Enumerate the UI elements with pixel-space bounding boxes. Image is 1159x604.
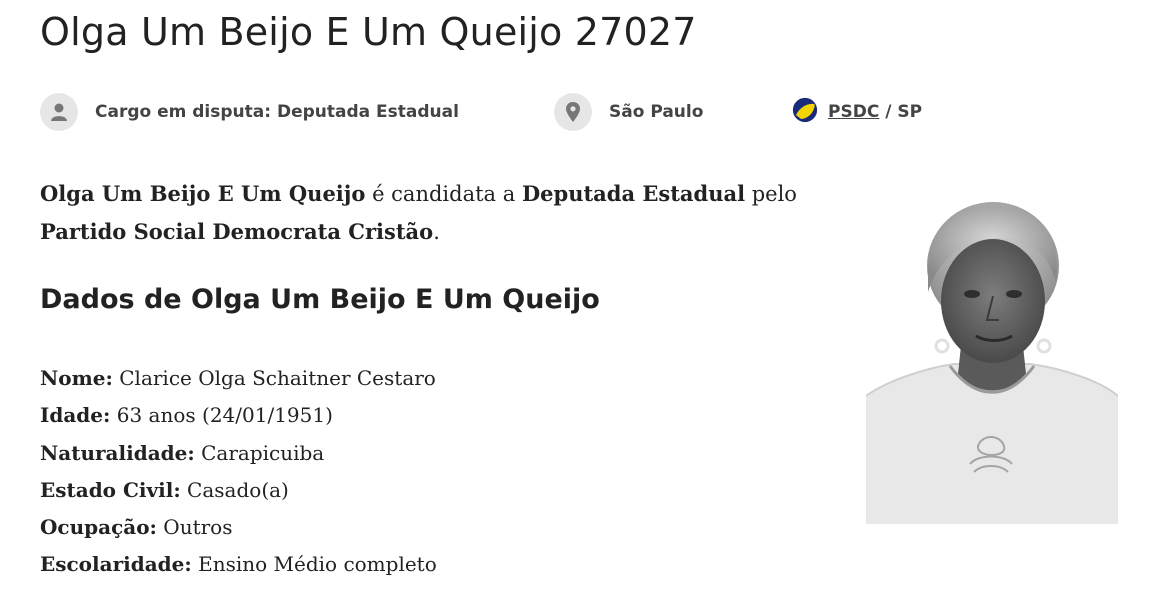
intro-end: .	[433, 220, 440, 244]
cargo-info: Cargo em disputa: Deputada Estadual	[40, 92, 459, 132]
detail-value: Clarice Olga Schaitner Cestaro	[112, 366, 436, 390]
location-text: São Paulo	[609, 102, 704, 122]
detail-value: Ensino Médio completo	[191, 552, 437, 577]
detail-label: Estado Civil:	[40, 477, 181, 502]
detail-nome: Nome: Clarice Olga Schaitner Cestaro	[40, 360, 437, 397]
detail-label: Escolaridade:	[40, 552, 192, 577]
intro-name: Olga Um Beijo E Um Queijo	[40, 181, 366, 206]
detail-value: Outros	[156, 515, 233, 540]
detail-idade: Idade: 63 anos (24/01/1951)	[40, 397, 437, 434]
detail-naturalidade: Naturalidade: Carapicuiba	[40, 435, 437, 472]
detail-value: Carapicuiba	[194, 440, 325, 465]
detail-label: Naturalidade:	[40, 440, 195, 465]
detail-value: 63 anos (24/01/1951)	[110, 403, 333, 428]
party-text: PSDC / SP	[828, 102, 922, 122]
party-link[interactable]: PSDC	[828, 102, 879, 122]
detail-ocupacao: Ocupação: Outros	[40, 509, 437, 546]
cargo-text: Cargo em disputa: Deputada Estadual	[95, 102, 459, 122]
location-info: São Paulo	[554, 92, 703, 132]
party-info: PSDC / SP	[790, 92, 922, 132]
intro-office: Deputada Estadual	[521, 181, 746, 206]
intro-text-1: é candidata a	[365, 182, 522, 206]
detail-estado-civil: Estado Civil: Casado(a)	[40, 472, 437, 509]
detail-value: Casado(a)	[180, 477, 289, 502]
page-title: Olga Um Beijo E Um Queijo 27027	[40, 10, 697, 54]
party-logo-icon	[792, 97, 818, 127]
person-icon	[40, 93, 78, 131]
intro-text-2: pelo	[745, 182, 797, 206]
party-state: / SP	[879, 102, 923, 122]
map-pin-icon	[554, 93, 592, 131]
candidate-details: Nome: Clarice Olga Schaitner Cestaro Ida…	[40, 360, 437, 584]
detail-label: Idade:	[40, 403, 111, 428]
intro-party: Partido Social Democrata Cristão	[40, 219, 434, 244]
candidate-photo	[865, 196, 1119, 524]
section-title: Dados de Olga Um Beijo E Um Queijo	[40, 284, 600, 315]
detail-label: Ocupação:	[40, 515, 157, 540]
detail-label: Nome:	[40, 366, 113, 390]
candidate-intro: Olga Um Beijo E Um Queijo é candidata a …	[40, 175, 870, 251]
detail-escolaridade: Escolaridade: Ensino Médio completo	[40, 546, 437, 583]
candidate-meta-bar: Cargo em disputa: Deputada Estadual São …	[40, 92, 1159, 132]
